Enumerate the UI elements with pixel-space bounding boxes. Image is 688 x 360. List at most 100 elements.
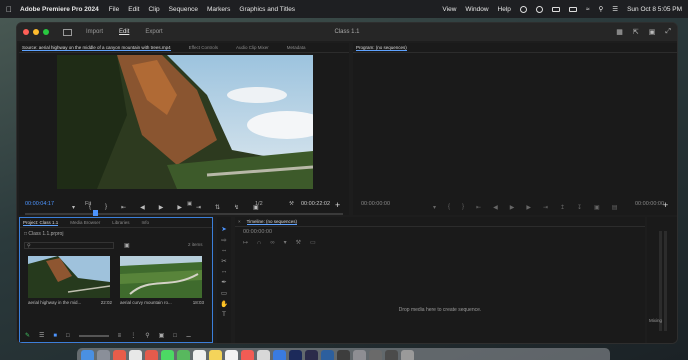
settings-wrench-icon[interactable]: ⚒ [289, 201, 294, 207]
mark-out-icon[interactable]: } [105, 204, 107, 211]
app-store-icon[interactable] [273, 350, 286, 360]
linked-selection-icon[interactable]: ∞ [270, 240, 274, 246]
tab-effect-controls[interactable]: Effect Controls [189, 45, 218, 50]
go-to-out-icon[interactable]: ⇥ [196, 204, 201, 211]
new-item-icon[interactable]: □ [173, 333, 177, 339]
new-bin-icon[interactable]: ▣ [124, 242, 130, 249]
step-forward-icon[interactable]: ▶ [177, 204, 182, 211]
export-frame-icon[interactable]: ▣ [253, 204, 259, 211]
step-back-icon[interactable]: ◀ [140, 204, 145, 211]
captions-icon[interactable]: ▭ [310, 239, 316, 246]
icon-view-icon[interactable]: ■ [53, 333, 57, 339]
add-marker-icon[interactable]: ▾ [72, 204, 75, 211]
tab-program[interactable]: Program: (no sequences) [356, 45, 407, 51]
tab-metadata[interactable]: Metadata [287, 45, 306, 50]
finder-icon[interactable] [81, 350, 94, 360]
tab-import[interactable]: Import [86, 29, 103, 35]
lift-icon[interactable]: ↥ [560, 204, 565, 211]
tab-source[interactable]: Source: aerial highway on the middle of … [22, 45, 171, 51]
battery-icon[interactable] [568, 6, 577, 12]
app-menu[interactable]: Adobe Premiere Pro 2024 [20, 6, 99, 13]
control-center-icon[interactable]: ☰ [612, 5, 618, 13]
menu-file[interactable]: File [109, 6, 119, 13]
new-bin-bottom-icon[interactable]: ▣ [159, 332, 165, 339]
progress-icon[interactable]: ▣ [649, 28, 656, 36]
terminal-icon[interactable] [337, 350, 350, 360]
wifi-icon[interactable]: ≈ [586, 6, 590, 13]
launchpad-icon[interactable] [97, 350, 110, 360]
clip-thumbnail-1[interactable] [28, 256, 110, 298]
zoom-window-button[interactable] [43, 29, 49, 35]
sort-icon[interactable]: ≡ [118, 333, 122, 339]
close-window-button[interactable] [23, 29, 29, 35]
minimize-window-button[interactable] [33, 29, 39, 35]
program-go-to-out-icon[interactable]: ⇥ [543, 204, 548, 211]
calendar-icon[interactable] [193, 350, 206, 360]
overwrite-icon[interactable]: ↯ [234, 204, 239, 211]
tab-project[interactable]: Project: Class 1.1 [23, 220, 59, 226]
display-icon[interactable] [551, 6, 560, 12]
facetime-icon[interactable] [177, 350, 190, 360]
program-go-to-in-icon[interactable]: ⇤ [476, 204, 481, 211]
program-add-marker-icon[interactable]: ▾ [433, 204, 436, 211]
list-view-icon[interactable]: ☰ [39, 332, 44, 339]
type-tool-icon[interactable]: T [222, 311, 226, 318]
automate-icon[interactable]: ⋮ [130, 332, 136, 339]
mail-icon[interactable] [145, 350, 158, 360]
add-marker-timeline-icon[interactable]: ▾ [284, 239, 287, 246]
program-step-forward-icon[interactable]: ▶ [526, 204, 531, 211]
program-timecode-left[interactable]: 00:00:00:00 [361, 201, 390, 207]
program-mark-out-icon[interactable]: } [462, 204, 464, 211]
home-icon[interactable] [63, 28, 72, 36]
menu-markers[interactable]: Markers [207, 6, 230, 13]
clip-thumbnail-2[interactable] [120, 256, 202, 298]
photos-icon[interactable] [257, 350, 270, 360]
program-export-frame-icon[interactable]: ▣ [594, 204, 600, 211]
menu-graphics-titles[interactable]: Graphics and Titles [239, 6, 295, 13]
insert-icon[interactable]: ⇅ [215, 204, 220, 211]
trash-icon[interactable]: ⚊ [186, 332, 191, 339]
play-icon[interactable]: ▶ [159, 204, 164, 211]
messages-icon[interactable] [161, 350, 174, 360]
selection-tool-icon[interactable]: ➤ [221, 225, 226, 233]
menu-sequence[interactable]: Sequence [169, 6, 198, 13]
find-icon[interactable]: ⚲ [145, 332, 149, 339]
program-mark-in-icon[interactable]: { [448, 204, 450, 211]
menu-window[interactable]: Window [465, 6, 488, 13]
premiere-dock-icon[interactable] [289, 350, 302, 360]
zoom-slider[interactable] [78, 334, 109, 337]
source-timecode-in[interactable]: 00:00:04:17 [25, 201, 54, 207]
freeform-view-icon[interactable]: □ [66, 333, 70, 339]
safari-icon[interactable] [113, 350, 126, 360]
downloads-icon[interactable] [385, 350, 398, 360]
project-search-input[interactable]: ⚲ [24, 242, 114, 249]
source-video-frame[interactable] [57, 55, 313, 189]
pen-tool-icon[interactable]: ✒ [221, 278, 226, 286]
ripple-edit-tool-icon[interactable]: ⇔ [221, 247, 228, 254]
after-effects-icon[interactable] [305, 350, 318, 360]
menu-help[interactable]: Help [498, 6, 511, 13]
tab-edit[interactable]: Edit [119, 29, 129, 35]
source-button-editor-icon[interactable]: + [335, 200, 340, 210]
slip-tool-icon[interactable]: ↔ [221, 268, 228, 275]
workspace-icon[interactable]: ▦ [616, 28, 623, 36]
photoshop-icon[interactable] [321, 350, 334, 360]
tab-export[interactable]: Export [145, 29, 162, 35]
quick-export-icon[interactable]: ⇱ [633, 28, 639, 36]
tab-libraries[interactable]: Libraries [112, 220, 129, 225]
search-icon[interactable]: ⚲ [598, 5, 603, 13]
program-button-editor-icon[interactable]: + [663, 200, 668, 210]
menu-edit[interactable]: Edit [128, 6, 139, 13]
hand-tool-icon[interactable]: ✋ [220, 300, 228, 308]
settings-icon[interactable] [353, 350, 366, 360]
notes-icon[interactable] [209, 350, 222, 360]
utilities-icon[interactable] [369, 350, 382, 360]
mark-in-icon[interactable]: { [89, 204, 91, 211]
program-step-back-icon[interactable]: ◀ [493, 204, 498, 211]
record-icon[interactable] [535, 5, 543, 13]
source-scrubber[interactable] [25, 213, 343, 215]
apple-icon[interactable]:  [6, 5, 12, 14]
track-select-tool-icon[interactable]: ⇨ [221, 236, 226, 244]
music-icon[interactable] [241, 350, 254, 360]
comparison-view-icon[interactable]: ▤ [612, 204, 618, 211]
